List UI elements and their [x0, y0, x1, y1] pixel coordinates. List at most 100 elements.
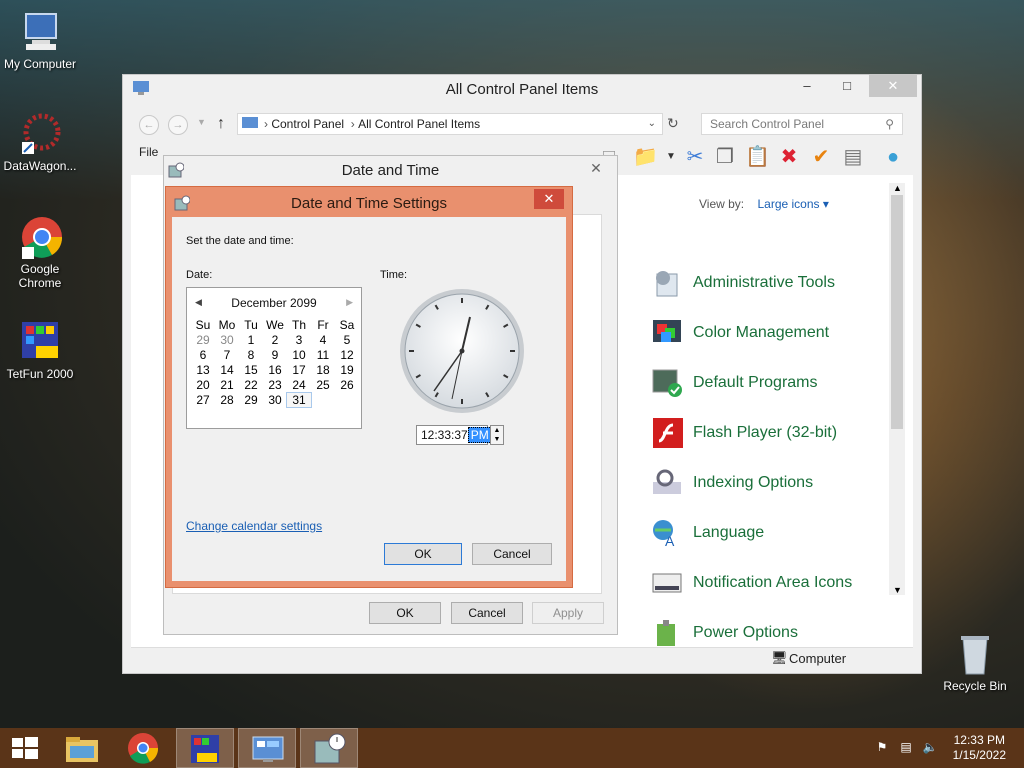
calendar-day[interactable]: 21 [215, 378, 239, 392]
calendar-day[interactable]: 30 [263, 393, 287, 407]
calendar-day[interactable]: 28 [215, 393, 239, 407]
calendar-day[interactable]: 27 [191, 393, 215, 407]
minimize-button[interactable]: – [787, 75, 827, 97]
menu-file[interactable]: File [139, 145, 158, 159]
address-bar[interactable]: › Control Panel › All Control Panel Item… [237, 113, 663, 135]
calendar-day[interactable]: 12 [335, 348, 359, 362]
chevron-down-icon[interactable]: ⌄ [648, 114, 656, 134]
paste-icon[interactable]: 📋 [745, 145, 770, 169]
taskbar-file-explorer[interactable] [54, 728, 112, 768]
cp-item-color-management[interactable]: Color Management [651, 315, 829, 351]
ampm-field[interactable]: PM [467, 427, 492, 443]
taskbar-tetfun[interactable] [176, 728, 234, 768]
calendar-day[interactable]: 24 [287, 378, 311, 392]
network-icon[interactable]: ▤ [898, 740, 914, 756]
calendar-day[interactable]: 15 [239, 363, 263, 377]
close-button[interactable]: ✕ [583, 158, 609, 178]
calendar-day[interactable]: 16 [263, 363, 287, 377]
action-center-flag-icon[interactable]: ⚑ [874, 740, 890, 756]
delete-icon[interactable]: ✖ [777, 145, 801, 169]
cp-item-power-options[interactable]: Power Options [651, 615, 798, 651]
cp-item-language[interactable]: A Language [651, 515, 764, 551]
calendar-day[interactable]: 2 [263, 333, 287, 347]
check-icon[interactable]: ✔ [809, 145, 833, 169]
ok-button[interactable]: OK [369, 602, 441, 624]
cp-item-default-programs[interactable]: Default Programs [651, 365, 818, 401]
close-button[interactable]: ✕ [869, 75, 917, 97]
calendar-day[interactable]: 3 [287, 333, 311, 347]
search-input[interactable]: Search Control Panel ⚲ [701, 113, 903, 135]
cancel-button[interactable]: Cancel [472, 543, 552, 565]
cp-item-indexing-options[interactable]: Indexing Options [651, 465, 813, 501]
calendar-day[interactable]: 17 [287, 363, 311, 377]
apply-button[interactable]: Apply [532, 602, 604, 624]
calendar-day[interactable]: 14 [215, 363, 239, 377]
calendar-day[interactable]: 29 [191, 333, 215, 347]
back-button[interactable]: ← [139, 115, 159, 135]
taskbar-date-time[interactable] [300, 728, 358, 768]
calendar-day[interactable]: 30 [215, 333, 239, 347]
calendar-day[interactable]: 29 [239, 393, 263, 407]
change-calendar-settings-link[interactable]: Change calendar settings [186, 519, 322, 533]
title-bar[interactable]: All Control Panel Items – □ ✕ [123, 75, 921, 105]
taskbar-chrome[interactable] [114, 728, 172, 768]
breadcrumb-item[interactable]: All Control Panel Items [358, 117, 480, 131]
calendar-day[interactable]: 5 [335, 333, 359, 347]
scroll-thumb[interactable] [891, 195, 903, 429]
refresh-button[interactable]: ↻ [667, 115, 679, 132]
calendar-month-year[interactable]: December 2099 [187, 296, 361, 310]
calendar-day[interactable]: 31 [286, 392, 312, 408]
calendar-day[interactable]: 8 [239, 348, 263, 362]
properties-icon[interactable]: ▤ [841, 145, 865, 169]
calendar-day[interactable]: 18 [311, 363, 335, 377]
calendar-day[interactable]: 22 [239, 378, 263, 392]
maximize-button[interactable]: □ [827, 75, 867, 97]
scroll-down-icon[interactable]: ▼ [893, 585, 902, 595]
desktop-icon-tetfun[interactable]: TetFun 2000 [0, 320, 80, 381]
up-button[interactable]: ↑ [217, 115, 225, 133]
calendar-day[interactable]: 10 [287, 348, 311, 362]
taskbar-control-panel[interactable] [238, 728, 296, 768]
forward-button[interactable]: → [168, 115, 188, 135]
cp-item-flash-player[interactable]: Flash Player (32-bit) [651, 415, 837, 451]
dialog-title-bar[interactable]: Date and Time ✕ [164, 156, 617, 186]
recent-dropdown-icon[interactable]: ▼ [197, 117, 206, 127]
calendar-day[interactable]: 20 [191, 378, 215, 392]
calendar-day[interactable]: 26 [335, 378, 359, 392]
next-month-icon[interactable]: ▶ [346, 297, 353, 308]
cp-item-notification-area-icons[interactable]: Notification Area Icons [651, 565, 852, 601]
calendar-day[interactable]: 23 [263, 378, 287, 392]
cancel-button[interactable]: Cancel [451, 602, 523, 624]
scroll-up-icon[interactable]: ▲ [893, 183, 902, 193]
calendar-day[interactable]: 13 [191, 363, 215, 377]
calendar-day[interactable]: 1 [239, 333, 263, 347]
calendar-day[interactable]: 11 [311, 348, 335, 362]
folder-icon[interactable]: 📁 [633, 145, 658, 169]
close-button[interactable]: ✕ [534, 189, 564, 209]
cut-icon[interactable]: ✂ [683, 145, 707, 169]
ok-button[interactable]: OK [384, 543, 462, 565]
taskbar-clock[interactable]: 12:33 PM 1/15/2022 [953, 733, 1006, 763]
desktop-icon-google-chrome[interactable]: Google Chrome [0, 215, 80, 290]
volume-muted-icon[interactable]: 🔈 [922, 740, 938, 756]
chevron-down-icon[interactable]: ▼ [659, 145, 683, 169]
world-icon[interactable]: ● [881, 145, 905, 169]
breadcrumb-item[interactable]: Control Panel [271, 117, 344, 131]
start-button[interactable] [0, 728, 58, 768]
calendar-day[interactable]: 4 [311, 333, 335, 347]
calendar-day[interactable]: 6 [191, 348, 215, 362]
calendar-day[interactable]: 19 [335, 363, 359, 377]
dialog-title-bar[interactable]: Date and Time Settings ✕ [166, 187, 572, 217]
cp-item-administrative-tools[interactable]: Administrative Tools [651, 265, 835, 301]
desktop-icon-my-computer[interactable]: My Computer [0, 10, 80, 71]
desktop-icon-recycle-bin[interactable]: Recycle Bin [935, 632, 1015, 693]
calendar-day[interactable]: 9 [263, 348, 287, 362]
vertical-scrollbar[interactable]: ▲ ▼ [889, 183, 905, 595]
view-by-dropdown[interactable]: Large icons ▾ [757, 197, 828, 211]
time-spinner[interactable]: ▲ ▼ [490, 425, 504, 445]
desktop-icon-datawagon[interactable]: DataWagon... [0, 112, 80, 173]
calendar-day[interactable]: 25 [311, 378, 335, 392]
copy-icon[interactable]: ❐ [713, 145, 737, 169]
time-input[interactable]: 12:33:37 PM [416, 425, 492, 445]
calendar-day[interactable]: 7 [215, 348, 239, 362]
